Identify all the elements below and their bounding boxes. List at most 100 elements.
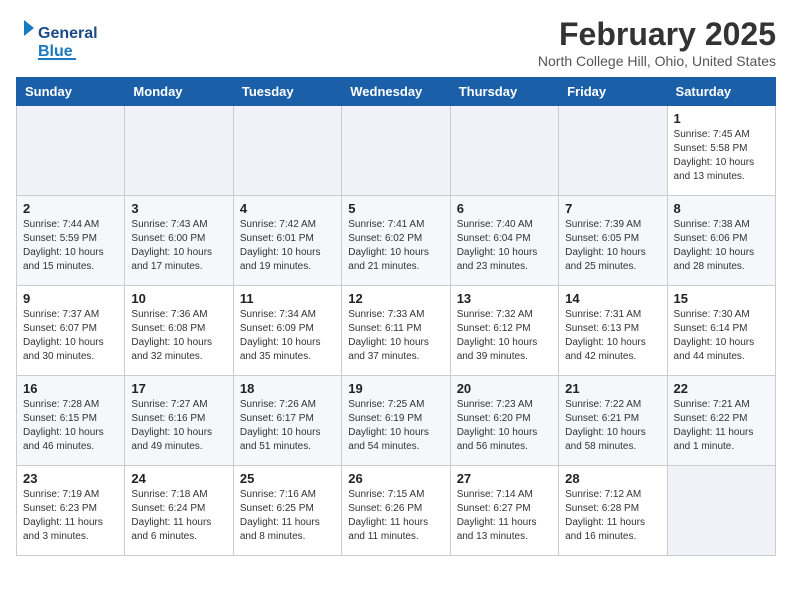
day-number: 24 [131,471,226,486]
day-number: 5 [348,201,443,216]
calendar-cell [125,106,233,196]
day-number: 27 [457,471,552,486]
day-info: Sunrise: 7:18 AM Sunset: 6:24 PM Dayligh… [131,488,226,544]
day-info: Sunrise: 7:42 AM Sunset: 6:01 PM Dayligh… [240,218,335,274]
day-number: 6 [457,201,552,216]
calendar-cell: 23 Sunrise: 7:19 AM Sunset: 6:23 PM Dayli… [17,466,125,556]
calendar-cell: 22 Sunrise: 7:21 AM Sunset: 6:22 PM Dayli… [667,376,775,466]
calendar-cell [342,106,450,196]
title-area: February 2025 North College Hill, Ohio, … [538,16,776,69]
day-number: 15 [674,291,769,306]
day-info: Sunrise: 7:19 AM Sunset: 6:23 PM Dayligh… [23,488,118,544]
day-info: Sunrise: 7:14 AM Sunset: 6:27 PM Dayligh… [457,488,552,544]
svg-text:General: General [38,25,98,42]
day-number: 21 [565,381,660,396]
day-info: Sunrise: 7:37 AM Sunset: 6:07 PM Dayligh… [23,308,118,364]
calendar-cell: 18Sunrise: 7:26 AM Sunset: 6:17 PM Dayli… [233,376,341,466]
weekday-header-monday: Monday [125,78,233,106]
calendar-cell: 2Sunrise: 7:44 AM Sunset: 5:59 PM Daylig… [17,196,125,286]
calendar-cell: 26 Sunrise: 7:15 AM Sunset: 6:26 PM Dayli… [342,466,450,556]
calendar-cell: 12Sunrise: 7:33 AM Sunset: 6:11 PM Dayli… [342,286,450,376]
calendar-cell [17,106,125,196]
month-title: February 2025 [538,16,776,53]
day-info: Sunrise: 7:22 AM Sunset: 6:21 PM Dayligh… [565,398,660,454]
day-number: 2 [23,201,118,216]
calendar-cell: 14Sunrise: 7:31 AM Sunset: 6:13 PM Dayli… [559,286,667,376]
calendar-week-row: 16 Sunrise: 7:28 AM Sunset: 6:15 PM Dayli… [17,376,776,466]
calendar-cell: 4 Sunrise: 7:42 AM Sunset: 6:01 PM Daylig… [233,196,341,286]
day-info: Sunrise: 7:12 AM Sunset: 6:28 PM Dayligh… [565,488,660,544]
day-number: 28 [565,471,660,486]
weekday-header-tuesday: Tuesday [233,78,341,106]
calendar-cell: 17 Sunrise: 7:27 AM Sunset: 6:16 PM Dayli… [125,376,233,466]
day-number: 10 [131,291,226,306]
weekday-header-wednesday: Wednesday [342,78,450,106]
day-number: 1 [674,111,769,126]
day-number: 4 [240,201,335,216]
calendar-cell: 27 Sunrise: 7:14 AM Sunset: 6:27 PM Dayli… [450,466,558,556]
day-number: 19 [348,381,443,396]
calendar-cell: 7Sunrise: 7:39 AM Sunset: 6:05 PM Daylig… [559,196,667,286]
calendar-cell: 16 Sunrise: 7:28 AM Sunset: 6:15 PM Dayli… [17,376,125,466]
day-info: Sunrise: 7:33 AM Sunset: 6:11 PM Dayligh… [348,308,443,364]
day-number: 9 [23,291,118,306]
day-info: Sunrise: 7:40 AM Sunset: 6:04 PM Dayligh… [457,218,552,274]
day-info: Sunrise: 7:31 AM Sunset: 6:13 PM Dayligh… [565,308,660,364]
day-info: Sunrise: 7:36 AM Sunset: 6:08 PM Dayligh… [131,308,226,364]
day-info: Sunrise: 7:34 AM Sunset: 6:09 PM Dayligh… [240,308,335,364]
svg-text:Blue: Blue [38,43,73,60]
calendar-cell: 15Sunrise: 7:30 AM Sunset: 6:14 PM Dayli… [667,286,775,376]
calendar-cell: 1 Sunrise: 7:45 AM Sunset: 5:58 PM Daylig… [667,106,775,196]
day-number: 3 [131,201,226,216]
calendar-cell: 21 Sunrise: 7:22 AM Sunset: 6:21 PM Dayli… [559,376,667,466]
calendar-cell: 13 Sunrise: 7:32 AM Sunset: 6:12 PM Dayli… [450,286,558,376]
day-number: 22 [674,381,769,396]
weekday-header-saturday: Saturday [667,78,775,106]
calendar-cell: 25 Sunrise: 7:16 AM Sunset: 6:25 PM Dayli… [233,466,341,556]
calendar-cell [559,106,667,196]
day-number: 16 [23,381,118,396]
day-number: 25 [240,471,335,486]
day-number: 20 [457,381,552,396]
day-info: Sunrise: 7:21 AM Sunset: 6:22 PM Dayligh… [674,398,769,454]
day-info: Sunrise: 7:28 AM Sunset: 6:15 PM Dayligh… [23,398,118,454]
calendar-cell: 8Sunrise: 7:38 AM Sunset: 6:06 PM Daylig… [667,196,775,286]
calendar-cell [233,106,341,196]
logo: General Blue [16,16,116,68]
day-number: 23 [23,471,118,486]
day-info: Sunrise: 7:45 AM Sunset: 5:58 PM Dayligh… [674,128,769,184]
calendar-cell: 28 Sunrise: 7:12 AM Sunset: 6:28 PM Dayli… [559,466,667,556]
calendar-cell: 3Sunrise: 7:43 AM Sunset: 6:00 PM Daylig… [125,196,233,286]
calendar-cell: 19 Sunrise: 7:25 AM Sunset: 6:19 PM Dayli… [342,376,450,466]
calendar-cell: 20 Sunrise: 7:23 AM Sunset: 6:20 PM Dayli… [450,376,558,466]
calendar-cell: 11 Sunrise: 7:34 AM Sunset: 6:09 PM Dayli… [233,286,341,376]
calendar-cell [667,466,775,556]
day-info: Sunrise: 7:25 AM Sunset: 6:19 PM Dayligh… [348,398,443,454]
calendar-cell: 5 Sunrise: 7:41 AM Sunset: 6:02 PM Daylig… [342,196,450,286]
day-number: 26 [348,471,443,486]
calendar-table: SundayMondayTuesdayWednesdayThursdayFrid… [16,77,776,556]
day-info: Sunrise: 7:23 AM Sunset: 6:20 PM Dayligh… [457,398,552,454]
calendar-week-row: 1 Sunrise: 7:45 AM Sunset: 5:58 PM Daylig… [17,106,776,196]
weekday-header-friday: Friday [559,78,667,106]
day-info: Sunrise: 7:15 AM Sunset: 6:26 PM Dayligh… [348,488,443,544]
calendar-week-row: 23 Sunrise: 7:19 AM Sunset: 6:23 PM Dayli… [17,466,776,556]
calendar-cell: 9 Sunrise: 7:37 AM Sunset: 6:07 PM Daylig… [17,286,125,376]
day-info: Sunrise: 7:27 AM Sunset: 6:16 PM Dayligh… [131,398,226,454]
weekday-header-sunday: Sunday [17,78,125,106]
weekday-header-thursday: Thursday [450,78,558,106]
day-number: 17 [131,381,226,396]
calendar-week-row: 9 Sunrise: 7:37 AM Sunset: 6:07 PM Daylig… [17,286,776,376]
calendar-cell: 6 Sunrise: 7:40 AM Sunset: 6:04 PM Daylig… [450,196,558,286]
day-info: Sunrise: 7:39 AM Sunset: 6:05 PM Dayligh… [565,218,660,274]
day-number: 11 [240,291,335,306]
day-info: Sunrise: 7:32 AM Sunset: 6:12 PM Dayligh… [457,308,552,364]
page-header: General Blue February 2025 North College… [16,16,776,69]
day-info: Sunrise: 7:41 AM Sunset: 6:02 PM Dayligh… [348,218,443,274]
location: North College Hill, Ohio, United States [538,53,776,69]
day-number: 8 [674,201,769,216]
day-info: Sunrise: 7:16 AM Sunset: 6:25 PM Dayligh… [240,488,335,544]
calendar-cell: 24 Sunrise: 7:18 AM Sunset: 6:24 PM Dayli… [125,466,233,556]
day-info: Sunrise: 7:26 AM Sunset: 6:17 PM Dayligh… [240,398,335,454]
day-number: 13 [457,291,552,306]
